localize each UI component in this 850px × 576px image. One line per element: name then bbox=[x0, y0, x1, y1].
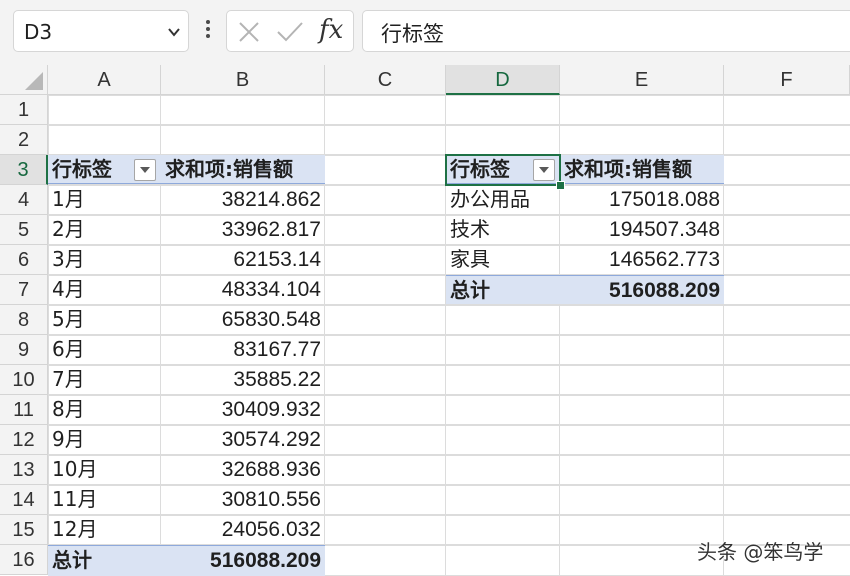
filter-dropdown-icon[interactable] bbox=[134, 159, 156, 181]
pivot-left-row-value[interactable]: 62153.14 bbox=[161, 245, 325, 274]
row-header-7[interactable]: 7 bbox=[0, 275, 48, 305]
row-header-13[interactable]: 13 bbox=[0, 455, 48, 485]
pivot-right-row-label[interactable]: 办公用品 bbox=[446, 185, 560, 214]
name-box-value: D3 bbox=[24, 20, 53, 44]
pivot-right-header-label-text: 行标签 bbox=[450, 157, 510, 181]
column-header-b[interactable]: B bbox=[161, 65, 325, 95]
column-header-a[interactable]: A bbox=[48, 65, 161, 95]
pivot-left-row-label[interactable]: 11月 bbox=[48, 485, 161, 514]
pivot-left-row-value[interactable]: 35885.22 bbox=[161, 365, 325, 394]
worksheet: A B C D E F 1 2 3 4 5 6 7 8 9 10 11 12 1… bbox=[0, 65, 850, 576]
row-header-15[interactable]: 15 bbox=[0, 515, 48, 545]
row-header-9[interactable]: 9 bbox=[0, 335, 48, 365]
pivot-left-row-label[interactable]: 9月 bbox=[48, 425, 161, 454]
row-header-3[interactable]: 3 bbox=[0, 155, 48, 185]
pivot-right-total-label[interactable]: 总计 bbox=[446, 275, 560, 304]
pivot-left-row-value[interactable]: 33962.817 bbox=[161, 215, 325, 244]
pivot-left-row-value[interactable]: 65830.548 bbox=[161, 305, 325, 334]
row-header-2[interactable]: 2 bbox=[0, 125, 48, 155]
pivot-left-header-label-text: 行标签 bbox=[52, 157, 112, 181]
close-icon[interactable] bbox=[238, 21, 260, 43]
name-box[interactable]: D3 bbox=[13, 10, 189, 52]
pivot-left-row-value[interactable]: 24056.032 bbox=[161, 515, 325, 544]
formula-buttons: fx bbox=[226, 10, 354, 52]
select-all-button[interactable] bbox=[0, 65, 48, 95]
pivot-left-row-label[interactable]: 1月 bbox=[48, 185, 161, 214]
row-header-14[interactable]: 14 bbox=[0, 485, 48, 515]
row-header-6[interactable]: 6 bbox=[0, 245, 48, 275]
row-header-4[interactable]: 4 bbox=[0, 185, 48, 215]
check-icon[interactable] bbox=[276, 21, 304, 43]
pivot-right-row-value[interactable]: 146562.773 bbox=[560, 245, 724, 274]
pivot-left-row-value[interactable]: 83167.77 bbox=[161, 335, 325, 364]
pivot-left-row-value[interactable]: 30810.556 bbox=[161, 485, 325, 514]
pivot-left-row-label[interactable]: 6月 bbox=[48, 335, 161, 364]
pivot-left-total-value[interactable]: 516088.209 bbox=[161, 545, 325, 576]
pivot-left-row-value[interactable]: 30574.292 bbox=[161, 425, 325, 454]
row-header-1[interactable]: 1 bbox=[0, 95, 48, 125]
fill-handle[interactable] bbox=[556, 181, 565, 190]
formula-bar-area: D3 fx 行标签 bbox=[0, 0, 850, 65]
pivot-left-row-label[interactable]: 2月 bbox=[48, 215, 161, 244]
row-header-12[interactable]: 12 bbox=[0, 425, 48, 455]
pivot-left-header-value[interactable]: 求和项:销售额 bbox=[161, 155, 325, 184]
row-header-16[interactable]: 16 bbox=[0, 545, 48, 575]
pivot-right-total-value[interactable]: 516088.209 bbox=[560, 275, 724, 304]
pivot-right-row-value[interactable]: 194507.348 bbox=[560, 215, 724, 244]
row-header-8[interactable]: 8 bbox=[0, 305, 48, 335]
pivot-right-header-value[interactable]: 求和项:销售额 bbox=[560, 155, 724, 184]
chevron-down-icon[interactable] bbox=[167, 25, 181, 39]
row-header-5[interactable]: 5 bbox=[0, 215, 48, 245]
insert-function-icon[interactable]: fx bbox=[319, 15, 343, 45]
formula-content: 行标签 bbox=[381, 22, 444, 46]
pivot-left-row-label[interactable]: 5月 bbox=[48, 305, 161, 334]
pivot-left-row-label[interactable]: 3月 bbox=[48, 245, 161, 274]
pivot-right-row-value[interactable]: 175018.088 bbox=[560, 185, 724, 214]
pivot-left-row-label[interactable]: 10月 bbox=[48, 455, 161, 484]
row-header-10[interactable]: 10 bbox=[0, 365, 48, 395]
filter-dropdown-icon[interactable] bbox=[533, 159, 555, 181]
pivot-right-row-label[interactable]: 家具 bbox=[446, 245, 560, 274]
pivot-left-row-value[interactable]: 48334.104 bbox=[161, 275, 325, 304]
pivot-left-row-label[interactable]: 8月 bbox=[48, 395, 161, 424]
column-header-f[interactable]: F bbox=[724, 65, 850, 95]
column-header-e[interactable]: E bbox=[560, 65, 724, 95]
formula-input[interactable]: 行标签 bbox=[362, 10, 850, 52]
select-all-triangle-icon bbox=[25, 72, 43, 90]
pivot-left-row-value[interactable]: 32688.936 bbox=[161, 455, 325, 484]
pivot-left-row-value[interactable]: 38214.862 bbox=[161, 185, 325, 214]
column-header-d[interactable]: D bbox=[446, 65, 560, 95]
vertical-dots-icon[interactable] bbox=[205, 20, 211, 44]
pivot-right-row-label[interactable]: 技术 bbox=[446, 215, 560, 244]
watermark: 头条 @笨鸟学 bbox=[697, 540, 824, 564]
pivot-left-row-label[interactable]: 4月 bbox=[48, 275, 161, 304]
pivot-left-row-label[interactable]: 12月 bbox=[48, 515, 161, 544]
cell-grid[interactable]: 行标签 求和项:销售额 1月 38214.862 2月 33962.817 3月… bbox=[48, 95, 850, 576]
row-header-11[interactable]: 11 bbox=[0, 395, 48, 425]
column-header-c[interactable]: C bbox=[325, 65, 446, 95]
pivot-left-total-label[interactable]: 总计 bbox=[48, 545, 161, 576]
pivot-left-row-label[interactable]: 7月 bbox=[48, 365, 161, 394]
pivot-left-row-value[interactable]: 30409.932 bbox=[161, 395, 325, 424]
